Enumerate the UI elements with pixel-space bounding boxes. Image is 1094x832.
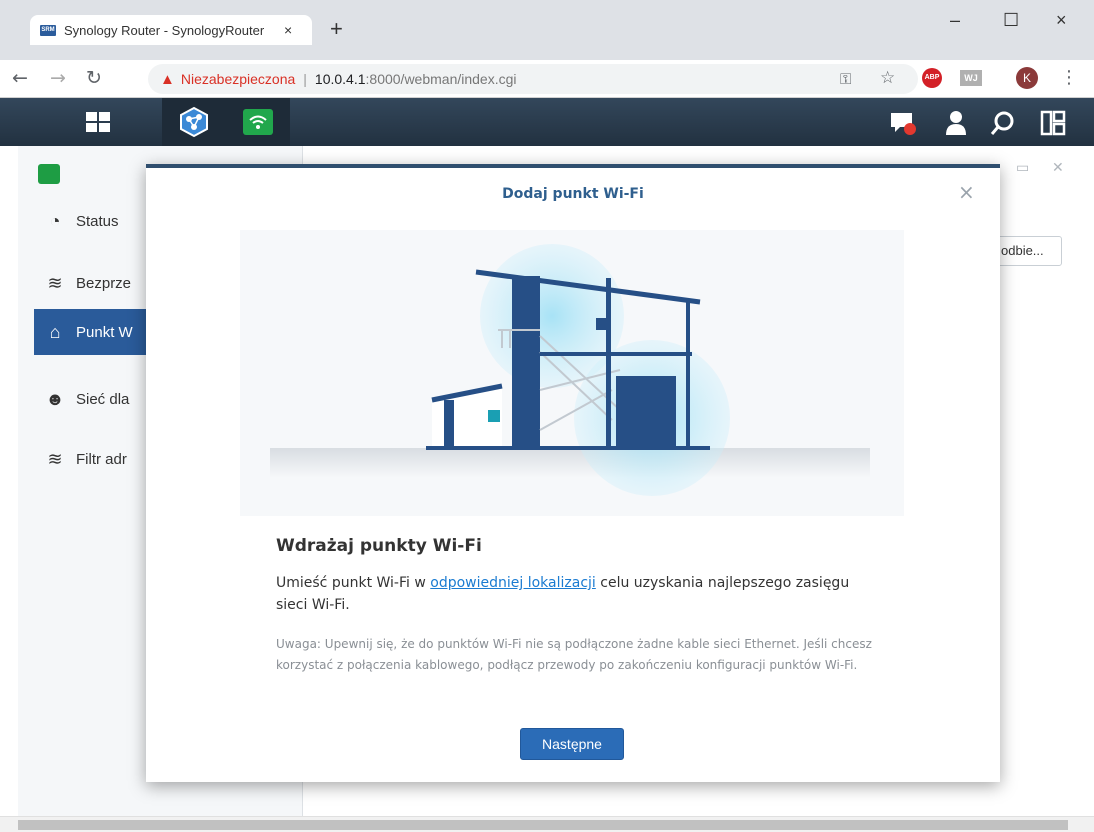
sidebar-item-label: Bezprze bbox=[76, 274, 132, 292]
maximize-button[interactable]: ☐ bbox=[1003, 10, 1019, 31]
apps-grid-icon bbox=[86, 112, 110, 132]
new-tab-button[interactable]: + bbox=[330, 18, 343, 40]
add-wifi-point-dialog: Dodaj punkt Wi-Fi × Wdrażaj punkty Wi-Fi… bbox=[146, 164, 1000, 782]
wifi-connect-button[interactable] bbox=[226, 98, 290, 146]
sidebar-item-label: Filtr adr bbox=[76, 450, 127, 468]
star-icon[interactable]: ☆ bbox=[880, 68, 895, 88]
dialog-heading: Wdrażaj punkty Wi-Fi bbox=[276, 536, 482, 556]
profile-avatar[interactable]: K bbox=[1016, 67, 1038, 89]
house-illustration bbox=[240, 230, 904, 516]
dialog-description: Umieść punkt Wi-Fi w odpowiedniej lokali… bbox=[276, 572, 876, 616]
users-icon: ☻ bbox=[45, 388, 65, 409]
adblock-icon[interactable]: ABP bbox=[922, 68, 942, 88]
dialog-title: Dodaj punkt Wi-Fi bbox=[502, 186, 644, 202]
house-wifi-image bbox=[270, 244, 870, 496]
srm-taskbar bbox=[0, 98, 1094, 146]
wifi-connect-app-icon bbox=[38, 164, 60, 184]
address-bar[interactable]: ▲ Niezabezpieczona | 10.0.4.1 :8000/webm… bbox=[148, 64, 918, 94]
browser-menu-icon[interactable]: ⋮ bbox=[1060, 67, 1078, 88]
back-arrow-icon[interactable]: ← bbox=[12, 67, 28, 89]
user-icon[interactable] bbox=[944, 110, 968, 142]
dialog-note: Uwaga: Upewnij się, że do punktów Wi-Fi … bbox=[276, 637, 872, 672]
search-icon[interactable] bbox=[990, 110, 1016, 142]
sidebar-item-label: Punkt W bbox=[76, 323, 133, 341]
access-point-icon: ⌂ bbox=[49, 321, 61, 342]
security-label[interactable]: Niezabezpieczona bbox=[181, 71, 295, 87]
close-window-button[interactable]: × bbox=[1056, 10, 1067, 31]
url-host: 10.0.4.1 bbox=[314, 71, 366, 87]
wifi-filter-icon: ≋ bbox=[47, 448, 63, 469]
wifi-app-icon bbox=[243, 109, 273, 135]
horizontal-scrollbar[interactable] bbox=[0, 816, 1094, 832]
location-link[interactable]: odpowiedniej lokalizacji bbox=[430, 575, 596, 591]
url-path: :8000/webman/index.cgi bbox=[365, 71, 517, 87]
extension-icon[interactable]: WJ bbox=[960, 70, 982, 86]
scrollbar-thumb[interactable] bbox=[18, 820, 1068, 830]
sidebar-item-label: Status bbox=[76, 212, 119, 230]
next-button[interactable]: Następne bbox=[520, 728, 624, 760]
description-text-start: Umieść punkt Wi-Fi w bbox=[276, 575, 431, 591]
browser-tab[interactable]: SRM Synology Router - SynologyRouter × bbox=[30, 15, 312, 45]
browser-tab-strip: SRM Synology Router - SynologyRouter × +… bbox=[0, 0, 1094, 60]
network-center-icon bbox=[180, 106, 208, 138]
background-button[interactable]: odbie... bbox=[990, 236, 1062, 266]
srm-favicon-icon: SRM bbox=[40, 24, 56, 36]
forward-arrow-icon[interactable]: → bbox=[50, 67, 66, 89]
wifi-icon: ≋ bbox=[47, 272, 63, 293]
key-icon[interactable]: ⚿ bbox=[840, 70, 851, 88]
main-menu-button[interactable] bbox=[66, 98, 130, 146]
gauge-icon: ◔ bbox=[49, 210, 61, 231]
tab-title: Synology Router - SynologyRouter bbox=[64, 22, 265, 38]
widgets-icon[interactable] bbox=[1040, 110, 1066, 142]
sidebar-item-label: Sieć dla bbox=[76, 390, 130, 408]
window-close-icon[interactable]: ✕ bbox=[1052, 160, 1064, 176]
dialog-close-icon[interactable]: × bbox=[958, 180, 975, 204]
tab-close-icon[interactable]: × bbox=[284, 22, 292, 38]
window-minimize-icon[interactable]: ▭ bbox=[1016, 160, 1029, 176]
network-center-button[interactable] bbox=[162, 98, 226, 146]
address-separator: | bbox=[303, 71, 307, 87]
minimize-button[interactable]: – bbox=[950, 10, 960, 31]
notifications-icon[interactable] bbox=[888, 110, 916, 142]
warning-icon: ▲ bbox=[160, 70, 175, 88]
reload-icon[interactable]: ↻ bbox=[86, 67, 102, 89]
